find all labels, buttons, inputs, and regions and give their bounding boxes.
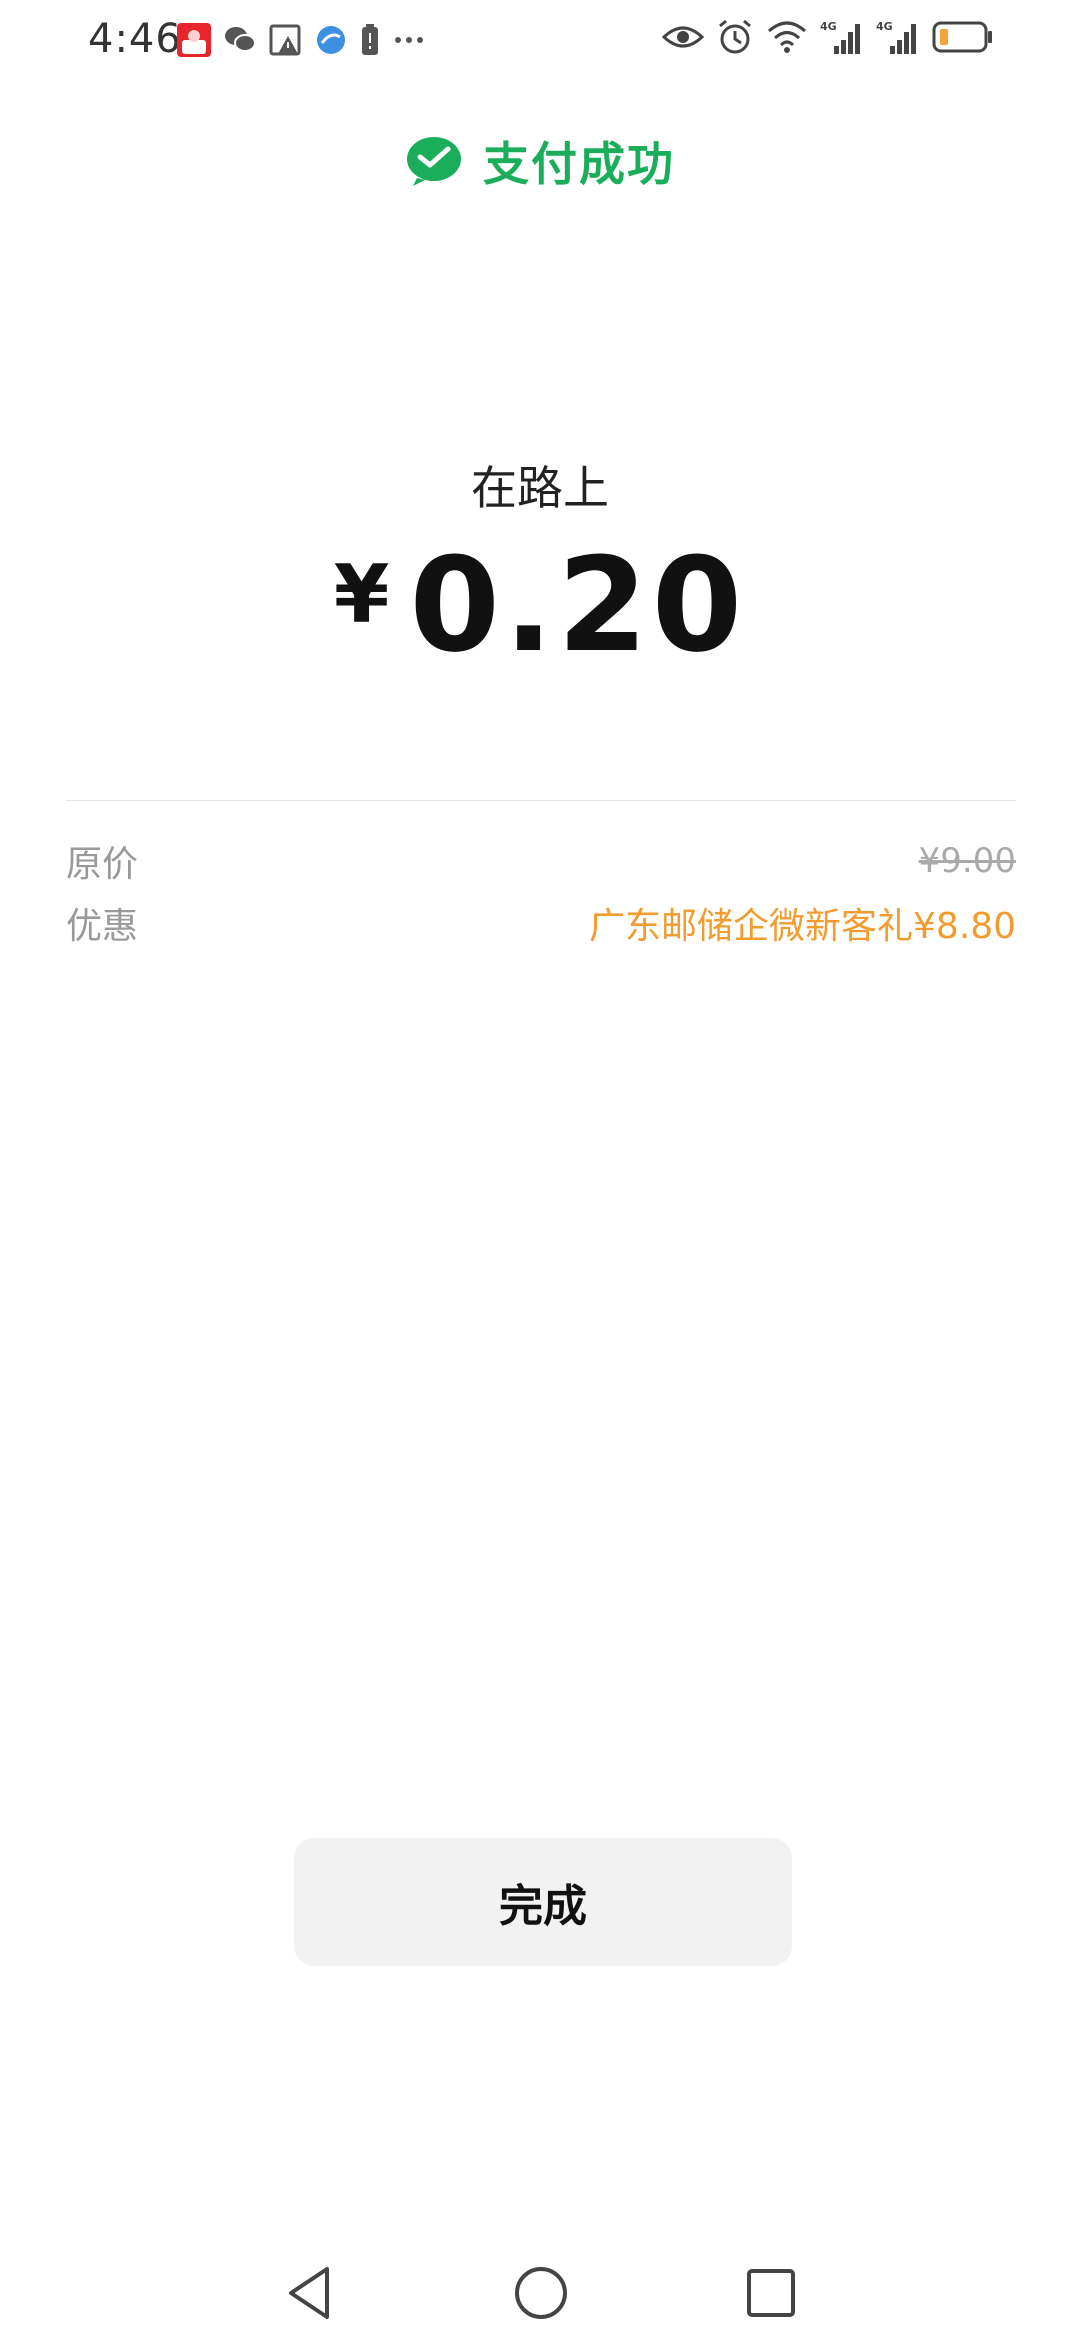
- back-button[interactable]: [274, 2258, 344, 2328]
- recent-apps-button[interactable]: [736, 2258, 806, 2328]
- wechat-icon: [225, 27, 256, 52]
- status-right-icons: 4G 4G: [662, 18, 994, 56]
- discount-label: 优惠: [66, 906, 139, 947]
- network-label: 4G: [820, 20, 837, 33]
- divider: [66, 800, 1016, 801]
- recent-apps-icon: [747, 2269, 795, 2317]
- more-dots-icon: [395, 37, 423, 43]
- battery-saver-icon: [362, 24, 378, 55]
- payment-header: 支付成功: [0, 126, 1080, 196]
- status-time: 4:46: [88, 16, 182, 62]
- original-price-value: ¥9.00: [918, 841, 1016, 881]
- signal-4g-icon: 4G: [820, 20, 860, 54]
- eye-icon: [662, 26, 704, 48]
- status-bar: 4:46 4G 4G: [0, 0, 1080, 84]
- browser-icon: [317, 26, 345, 54]
- signal-4g-icon-2: 4G: [876, 20, 916, 54]
- discount-value: 广东邮储企微新客礼¥8.80: [588, 906, 1016, 947]
- merchant-name: 在路上: [471, 461, 609, 515]
- status-left-icons: [176, 22, 426, 58]
- back-icon: [289, 2267, 329, 2319]
- alarm-icon: [719, 19, 751, 54]
- app-notification-icon: [177, 23, 211, 57]
- currency-symbol: ¥: [333, 548, 390, 641]
- wifi-icon: [768, 21, 806, 53]
- home-icon: [515, 2267, 567, 2319]
- payment-amount: 0.20: [409, 529, 747, 681]
- network-label-2: 4G: [876, 20, 893, 33]
- done-button[interactable]: 完成: [294, 1838, 792, 1966]
- page-title: 支付成功: [483, 137, 675, 191]
- discount-row: 优惠 广东邮储企微新客礼¥8.80: [66, 896, 1016, 950]
- wechat-pay-icon: [407, 137, 461, 186]
- image-warning-icon: [269, 24, 301, 56]
- original-price-label: 原价: [66, 844, 139, 885]
- home-button[interactable]: [506, 2258, 576, 2328]
- original-price-row: 原价 ¥9.00: [66, 834, 1016, 888]
- battery-icon: [932, 21, 992, 53]
- amount-row: ¥ 0.20: [0, 540, 1080, 670]
- navigation-bar: [0, 2240, 1080, 2340]
